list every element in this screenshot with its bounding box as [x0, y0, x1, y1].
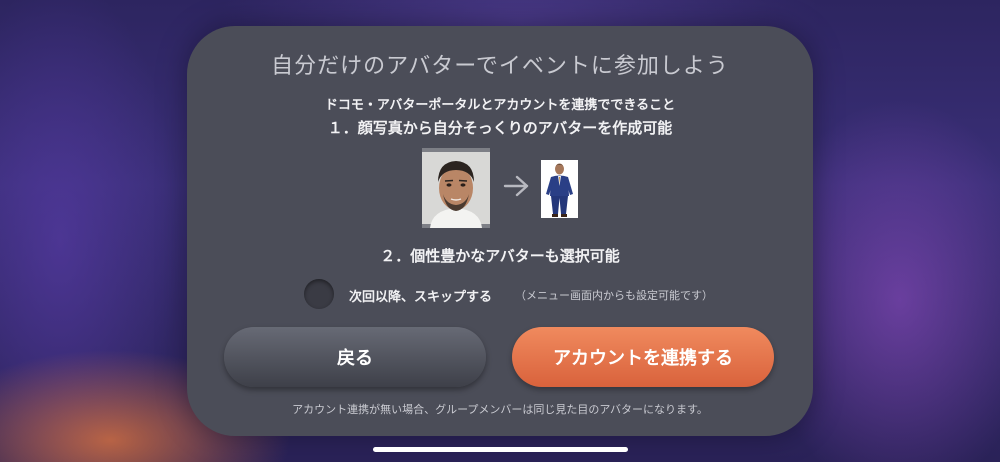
skip-note: （メニュー画面内からも設定可能です） [515, 289, 713, 302]
arrow-right-icon [503, 174, 531, 198]
back-button[interactable]: 戻る [224, 327, 486, 387]
skip-checkbox[interactable] [304, 279, 334, 309]
back-button-label: 戻る [337, 348, 373, 369]
description-text: ドコモ・アバターポータルとアカウントを連携でできること [324, 98, 676, 113]
face-photo-image [422, 148, 490, 228]
avatar-figure-image [541, 160, 578, 218]
avatar-link-dialog: 自分だけのアバターでイベントに参加しよう ドコモ・アバターポータルとアカウントを… [187, 26, 813, 436]
feature-item-select-avatar: ２．個性豊かなアバターも選択可能 [380, 247, 620, 265]
home-indicator[interactable] [373, 447, 628, 452]
dialog-title: 自分だけのアバターでイベントに参加しよう [271, 54, 729, 79]
skip-label[interactable]: 次回以降、スキップする [349, 286, 492, 305]
link-account-button-label: アカウントを連携する [553, 348, 733, 369]
link-account-button[interactable]: アカウントを連携する [512, 327, 774, 387]
feature-item-face-photo: １．顔写真から自分そっくりのアバターを作成可能 [327, 119, 673, 137]
footnote-text: アカウント連携が無い場合、グループメンバーは同じ見た目のアバターになります。 [292, 403, 708, 416]
